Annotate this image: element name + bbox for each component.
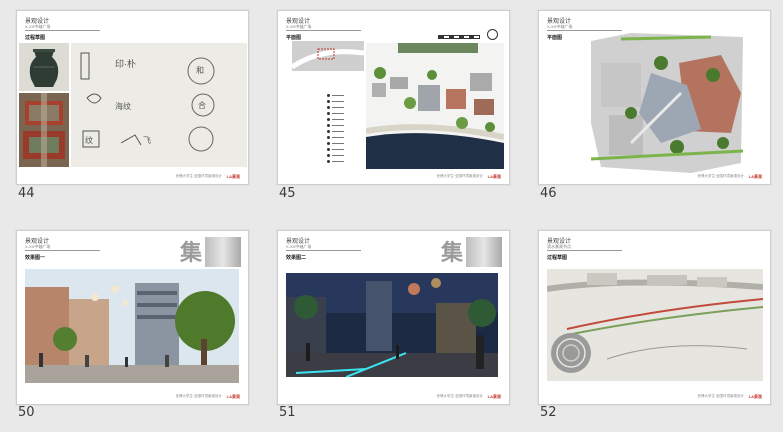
- slide-number-51: 51: [279, 405, 296, 420]
- legend-row: [327, 160, 344, 163]
- header-rule: [286, 30, 361, 31]
- slide-footer-text: 世博大学生·全国环境景观设计: [697, 174, 744, 178]
- slide-footer-text: 世博大学生·全国环境景观设计: [436, 394, 483, 398]
- legend-row: [327, 118, 344, 121]
- slide-section-title: 过程草图: [25, 35, 46, 41]
- slide-logo: LA景观: [487, 174, 501, 179]
- legend-row: [327, 124, 344, 127]
- slide-footer-text: 世博大学生·全国环境景观设计: [175, 174, 222, 178]
- sketch-label: 和: [196, 66, 204, 75]
- north-arrow-icon: [487, 29, 498, 40]
- header-rule: [25, 30, 100, 31]
- slide-thumbnail-44[interactable]: 景观设计 X-XX中轴广场 过程草图 印·朴 和 海纹 合 纹 飞 世博大学生·…: [16, 10, 249, 185]
- slide-section-title: 效果图一: [25, 255, 46, 261]
- slide-logo: LA景观: [748, 174, 762, 179]
- slide-thumbnail-46[interactable]: 景观设计 X-XX中轴广场 平面图 世博大学生·全国环境景观设计 LA景观: [538, 10, 771, 185]
- slide-footer-text: 世博大学生·全国环境景观设计: [175, 394, 222, 398]
- courtyard-aerial-photo: [19, 93, 69, 167]
- rendering-day-plaza: [25, 269, 239, 383]
- legend-row: [327, 142, 344, 145]
- waterfront-sketch-plan: [546, 269, 764, 381]
- header-rule: [547, 30, 622, 31]
- slide-thumbnail-51[interactable]: 景观设计 X-XX中轴广场 效果图二 集 世博大学生·全国环境景观设计 LA景观: [277, 230, 510, 405]
- slide-section-title: 过程草图: [547, 255, 568, 261]
- slide-footer-text: 世博大学生·全国环境景观设计: [697, 394, 744, 398]
- title-character: 集: [180, 240, 203, 266]
- slide-section-title: 平面图: [547, 35, 563, 41]
- sketch-label: 印·朴: [115, 59, 136, 69]
- header-rule: [25, 250, 100, 251]
- slide-footer-text: 世博大学生·全国环境景观设计: [436, 174, 483, 178]
- sketch-label: 纹: [85, 136, 93, 145]
- legend-row: [327, 100, 344, 103]
- slide-number-44: 44: [18, 186, 35, 201]
- slide-thumbnail-52[interactable]: 景观设计 滨水景观节点 过程草图 世博大学生·全国环境景观设计 LA景观: [538, 230, 771, 405]
- plaza-detail-plan-image: [590, 33, 744, 173]
- slide-logo: LA景观: [487, 394, 501, 399]
- legend-row: [327, 94, 344, 97]
- slide-thumbnail-45[interactable]: 景观设计 X-XX中轴广场 平面图 世博大学生·全国环境景观设计 LA景观: [277, 10, 510, 185]
- slide-number-50: 50: [18, 405, 35, 420]
- sketch-label: 飞: [143, 136, 151, 145]
- rendering-night-plaza: [286, 273, 498, 377]
- photo-strip: [466, 237, 502, 267]
- bronze-vessel-photo: [19, 43, 69, 91]
- header-rule: [286, 250, 361, 251]
- legend-row: [327, 148, 344, 151]
- slide-number-45: 45: [279, 186, 296, 201]
- header-rule: [547, 250, 622, 251]
- legend-row: [327, 154, 344, 157]
- title-character: 集: [441, 240, 464, 266]
- slide-section-title: 效果图二: [286, 255, 307, 261]
- sketch-paper: 印·朴 和 海纹 合 纹 飞: [71, 43, 247, 167]
- slide-logo: LA景观: [226, 394, 240, 399]
- site-key-map: [290, 41, 365, 71]
- site-plan-image: [365, 43, 505, 169]
- slide-logo: LA景观: [226, 174, 240, 179]
- photo-strip: [205, 237, 241, 267]
- legend-row: [327, 136, 344, 139]
- slide-logo: LA景观: [748, 394, 762, 399]
- slide-section-title: 平面图: [286, 35, 302, 41]
- slide-number-52: 52: [540, 405, 557, 420]
- legend-row: [327, 106, 344, 109]
- sketch-label: 合: [198, 101, 206, 110]
- legend-row: [327, 130, 344, 133]
- scale-bar: [438, 35, 480, 39]
- legend-row: [327, 112, 344, 115]
- sketch-label: 海纹: [115, 102, 131, 111]
- slide-number-46: 46: [540, 186, 557, 201]
- slide-thumbnail-50[interactable]: 景观设计 X-XX中轴广场 效果图一 集 世博大学生·全国环境景观设计 LA景观: [16, 230, 249, 405]
